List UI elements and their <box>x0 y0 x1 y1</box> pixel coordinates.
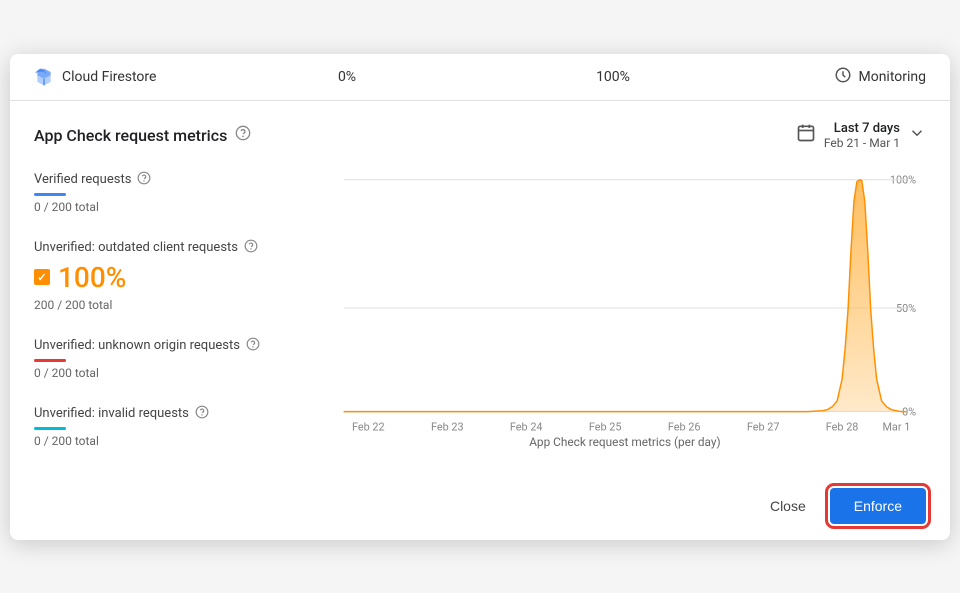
chevron-down-icon <box>908 124 926 147</box>
metric-label-row-0: Verified requests <box>34 170 298 189</box>
metric-label-2: Unverified: unknown origin requests <box>34 338 240 353</box>
main-content: App Check request metrics <box>10 101 950 472</box>
metric-label-row-2: Unverified: unknown origin requests <box>34 336 298 355</box>
svg-text:Feb 23: Feb 23 <box>431 420 464 433</box>
metric-label-1: Unverified: outdated client requests <box>34 240 238 255</box>
metric-total-1: 200 / 200 total <box>34 298 298 312</box>
help-icon-0[interactable] <box>137 170 151 189</box>
footer: Close Enforce <box>10 472 950 540</box>
metric-line-blue <box>34 193 66 196</box>
calendar-icon <box>796 123 816 148</box>
firestore-icon <box>34 67 54 87</box>
monitoring-section: Monitoring <box>746 66 926 88</box>
metric-invalid: Unverified: invalid requests 0 / 200 tot… <box>34 404 298 448</box>
date-filter-label: Last 7 days <box>824 121 900 136</box>
svg-text:Feb 28: Feb 28 <box>826 420 859 433</box>
clock-icon <box>834 66 852 88</box>
metric-line-cyan <box>34 427 66 430</box>
svg-text:Feb 26: Feb 26 <box>668 420 701 433</box>
top-bar: Cloud Firestore 0% 100% Monitoring <box>10 54 950 101</box>
monitoring-label: Monitoring <box>858 69 926 85</box>
service-name: Cloud Firestore <box>62 69 156 85</box>
metric-verified: Verified requests 0 / 200 total <box>34 170 298 214</box>
metric-big-percent: 100% <box>58 261 126 294</box>
section-header: App Check request metrics <box>34 121 926 150</box>
percent-0: 0% <box>214 69 480 85</box>
percent-100: 100% <box>480 69 746 85</box>
date-filter[interactable]: Last 7 days Feb 21 - Mar 1 <box>796 121 926 150</box>
svg-text:Feb 22: Feb 22 <box>352 420 385 433</box>
enforce-button[interactable]: Enforce <box>830 488 926 524</box>
service-info: Cloud Firestore <box>34 67 214 87</box>
help-icon[interactable] <box>235 125 251 145</box>
body-layout: Verified requests 0 / 200 total <box>34 170 926 472</box>
svg-text:Feb 24: Feb 24 <box>510 420 543 433</box>
metric-line-red <box>34 359 66 362</box>
svg-text:Mar 1: Mar 1 <box>882 420 910 433</box>
checkbox-checked[interactable] <box>34 269 50 285</box>
metric-label-row-3: Unverified: invalid requests <box>34 404 298 423</box>
metric-percent-row: 100% <box>34 261 298 294</box>
section-title: App Check request metrics <box>34 126 227 145</box>
metric-total-0: 0 / 200 total <box>34 200 298 214</box>
svg-text:App Check request metrics (per: App Check request metrics (per day) <box>529 435 720 449</box>
metric-label-row-1: Unverified: outdated client requests <box>34 238 298 257</box>
metric-label-0: Verified requests <box>34 172 131 187</box>
help-icon-2[interactable] <box>246 336 260 355</box>
metric-total-2: 0 / 200 total <box>34 366 298 380</box>
svg-text:Feb 27: Feb 27 <box>747 420 780 433</box>
metric-label-3: Unverified: invalid requests <box>34 406 189 421</box>
chart-area: 100% 50% 0% Feb 22 Feb 23 Feb 24 Feb 25 … <box>314 170 926 472</box>
metrics-panel: Verified requests 0 / 200 total <box>34 170 314 472</box>
section-title-row: App Check request metrics <box>34 125 251 145</box>
help-icon-1[interactable] <box>244 238 258 257</box>
metric-total-3: 0 / 200 total <box>34 434 298 448</box>
svg-text:Feb 25: Feb 25 <box>589 420 622 433</box>
date-filter-text: Last 7 days Feb 21 - Mar 1 <box>824 121 900 150</box>
metric-unknown: Unverified: unknown origin requests 0 / … <box>34 336 298 380</box>
dialog: Cloud Firestore 0% 100% Monitoring App C… <box>10 54 950 540</box>
chart-svg: 100% 50% 0% Feb 22 Feb 23 Feb 24 Feb 25 … <box>314 170 926 450</box>
date-filter-range: Feb 21 - Mar 1 <box>824 136 900 150</box>
metric-outdated: Unverified: outdated client requests 100… <box>34 238 298 312</box>
chart-svg-container: 100% 50% 0% Feb 22 Feb 23 Feb 24 Feb 25 … <box>314 170 926 450</box>
close-button[interactable]: Close <box>758 490 818 522</box>
help-icon-3[interactable] <box>195 404 209 423</box>
